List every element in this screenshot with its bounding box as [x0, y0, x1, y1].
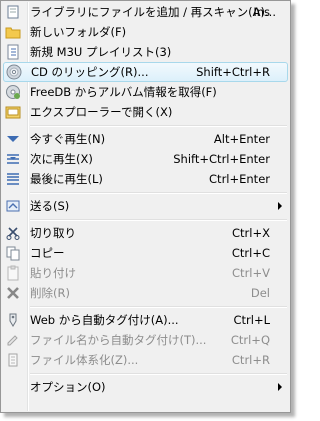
menu-item-shortcut: Ctrl+Enter — [209, 172, 270, 186]
menu-item-web-autotag[interactable]: Web から自動タグ付け(A)... Ctrl+L — [2, 310, 289, 330]
menu-items: ライブラリにファイルを追加 / 再スキャン(A)... Ins 新しいフォルダ(… — [2, 2, 289, 397]
menu-item-options[interactable]: オプション(O) — [2, 377, 289, 397]
menu-item-open-explorer[interactable]: エクスプローラーで開く(X) — [2, 102, 289, 122]
menu-item-label: ファイル名から自動タグ付け(T)... — [30, 333, 207, 347]
menu-item-freedb[interactable]: FreeDB からアルバム情報を取得(F) — [2, 82, 289, 102]
play-last-icon — [5, 171, 21, 187]
freedb-icon — [5, 84, 21, 100]
menu-item-shortcut: Ctrl+V — [232, 266, 270, 280]
menu-separator — [2, 216, 289, 223]
menu-item-shortcut: Shift+Ctrl+R — [196, 65, 270, 79]
menu-item-label: 切り取り — [30, 226, 76, 240]
menu-item-label: オプション(O) — [30, 380, 106, 394]
menu-item-copy[interactable]: コピー Ctrl+C — [2, 243, 289, 263]
menu-item-send-to[interactable]: 送る(S) — [2, 196, 289, 216]
menu-item-delete[interactable]: 削除(R) Del — [2, 283, 289, 303]
menu-item-new-folder[interactable]: 新しいフォルダ(F) — [2, 22, 289, 42]
menu-item-label: 次に再生(X) — [30, 152, 93, 166]
menu-item-shortcut: Ctrl+R — [231, 353, 270, 367]
menu-item-label: Web から自動タグ付け(A)... — [30, 313, 179, 327]
paste-icon — [5, 265, 21, 281]
menu-item-label: 最後に再生(L) — [30, 172, 103, 186]
menu-item-label: エクスプローラーで開く(X) — [30, 105, 173, 119]
send-to-icon — [5, 198, 21, 214]
menu-item-label: FreeDB からアルバム情報を取得(F) — [30, 85, 217, 99]
folder-icon — [5, 24, 21, 40]
menu-item-label: 貼り付け — [30, 266, 76, 280]
menu-item-label: CD のリッピング(R)... — [31, 65, 149, 79]
submenu-arrow-icon — [278, 202, 282, 210]
menu-item-new-playlist[interactable]: 新規 M3U プレイリスト(3) — [2, 42, 289, 62]
menu-item-organize-files[interactable]: ファイル体系化(Z)... Ctrl+R — [2, 350, 289, 370]
menu-item-shortcut: Ctrl+Q — [230, 333, 270, 347]
menu-item-shortcut: Alt+Enter — [213, 132, 270, 146]
menu-item-cut[interactable]: 切り取り Ctrl+X — [2, 223, 289, 243]
cut-icon — [5, 225, 21, 241]
menu-item-play-last[interactable]: 最後に再生(L) Ctrl+Enter — [2, 169, 289, 189]
organize-files-icon — [5, 352, 21, 368]
menu-item-rip-cd[interactable]: CD のリッピング(R)... Shift+Ctrl+R — [3, 62, 288, 82]
playlist-icon — [5, 44, 21, 60]
menu-item-label: 送る(S) — [30, 199, 70, 213]
copy-icon — [5, 245, 21, 261]
menu-item-shortcut: Ins — [253, 5, 270, 19]
web-autotag-icon — [5, 312, 21, 328]
menu-item-play-next[interactable]: 次に再生(X) Shift+Ctrl+Enter — [2, 149, 289, 169]
menu-item-label: 新規 M3U プレイリスト(3) — [30, 45, 172, 59]
add-files-icon — [5, 4, 21, 20]
explorer-icon — [5, 104, 21, 120]
menu-item-shortcut: Ctrl+X — [232, 226, 270, 240]
play-now-icon — [5, 131, 21, 147]
menu-separator — [2, 303, 289, 310]
menu-item-play-now[interactable]: 今すぐ再生(N) Alt+Enter — [2, 129, 289, 149]
menu-item-paste[interactable]: 貼り付け Ctrl+V — [2, 263, 289, 283]
menu-separator — [2, 189, 289, 196]
menu-item-label: ファイル体系化(Z)... — [30, 353, 139, 367]
play-next-icon — [5, 151, 21, 167]
delete-icon — [5, 285, 21, 301]
submenu-arrow-icon — [278, 383, 282, 391]
menu-item-label: ライブラリにファイルを追加 / 再スキャン(A)... — [30, 5, 276, 19]
menu-item-label: 削除(R) — [30, 286, 70, 300]
menu-item-add-files[interactable]: ライブラリにファイルを追加 / 再スキャン(A)... Ins — [2, 2, 289, 22]
menu-item-label: 新しいフォルダ(F) — [30, 25, 127, 39]
menu-item-shortcut: Shift+Ctrl+Enter — [173, 152, 270, 166]
menu-separator — [2, 370, 289, 377]
menu-item-shortcut: Del — [250, 286, 270, 300]
filename-autotag-icon — [5, 332, 21, 348]
menu-item-label: 今すぐ再生(N) — [30, 132, 106, 146]
cd-rip-icon — [6, 64, 22, 80]
menu-item-shortcut: Ctrl+C — [231, 246, 270, 260]
context-menu: ライブラリにファイルを追加 / 再スキャン(A)... Ins 新しいフォルダ(… — [0, 0, 291, 413]
menu-item-filename-autotag[interactable]: ファイル名から自動タグ付け(T)... Ctrl+Q — [2, 330, 289, 350]
menu-item-shortcut: Ctrl+L — [233, 313, 270, 327]
menu-item-label: コピー — [30, 246, 65, 260]
menu-separator — [2, 122, 289, 129]
